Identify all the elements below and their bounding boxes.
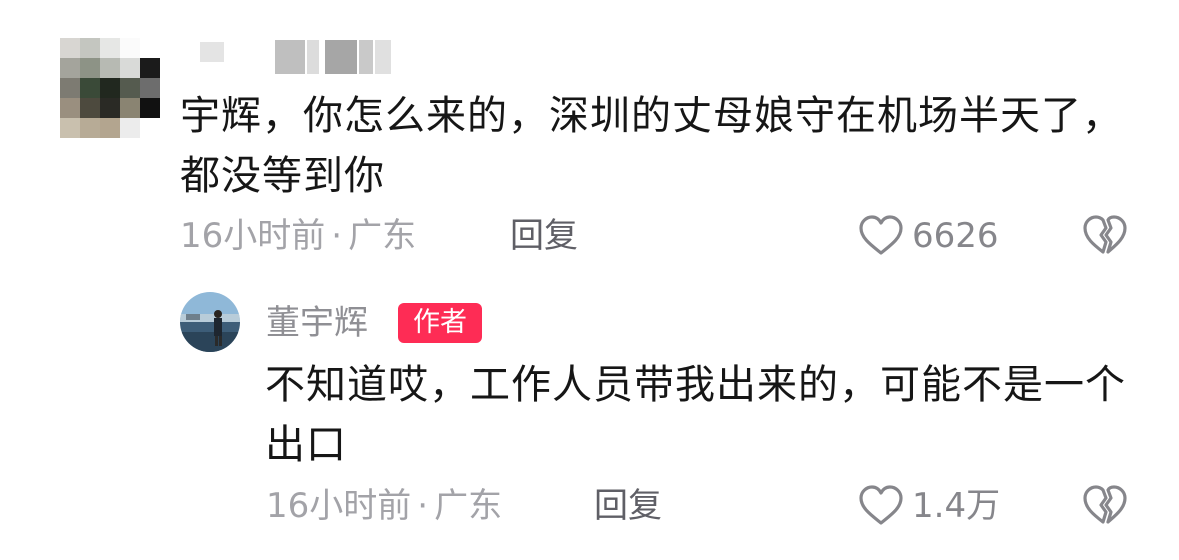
commenter-avatar-blurred[interactable] [60, 38, 160, 138]
reply-time: 16小时前 [266, 486, 412, 526]
reply-button[interactable]: 回复 [594, 486, 662, 526]
comment-text: 宇辉，你怎么来的，深圳的丈母娘守在机场半天了，都没等到你 [180, 93, 1123, 199]
like-count: 1.4万 [912, 486, 1001, 526]
author-badge: 作者 [398, 303, 482, 343]
meta-separator: · [331, 216, 343, 256]
meta-separator: · [417, 486, 429, 526]
like-count: 6626 [912, 216, 999, 256]
broken-heart-icon[interactable] [1082, 214, 1128, 256]
broken-heart-icon[interactable] [1082, 484, 1128, 526]
comment-location: 广东 [348, 216, 417, 256]
comment-time: 16小时前 [180, 216, 326, 256]
comment-meta: 16小时前 · 广东 [180, 216, 416, 256]
reply-meta: 16小时前 · 广东 [266, 486, 502, 526]
author-avatar[interactable] [180, 292, 240, 352]
commenter-name-blurred[interactable] [185, 38, 395, 76]
reply-location: 广东 [434, 486, 503, 526]
heart-icon[interactable] [858, 484, 904, 526]
reply-button[interactable]: 回复 [510, 216, 578, 256]
author-name[interactable]: 董宇辉 [266, 302, 368, 344]
heart-icon[interactable] [858, 214, 904, 256]
reply-text: 不知道哎，工作人员带我出来的，可能不是一个出口 [265, 362, 1126, 468]
